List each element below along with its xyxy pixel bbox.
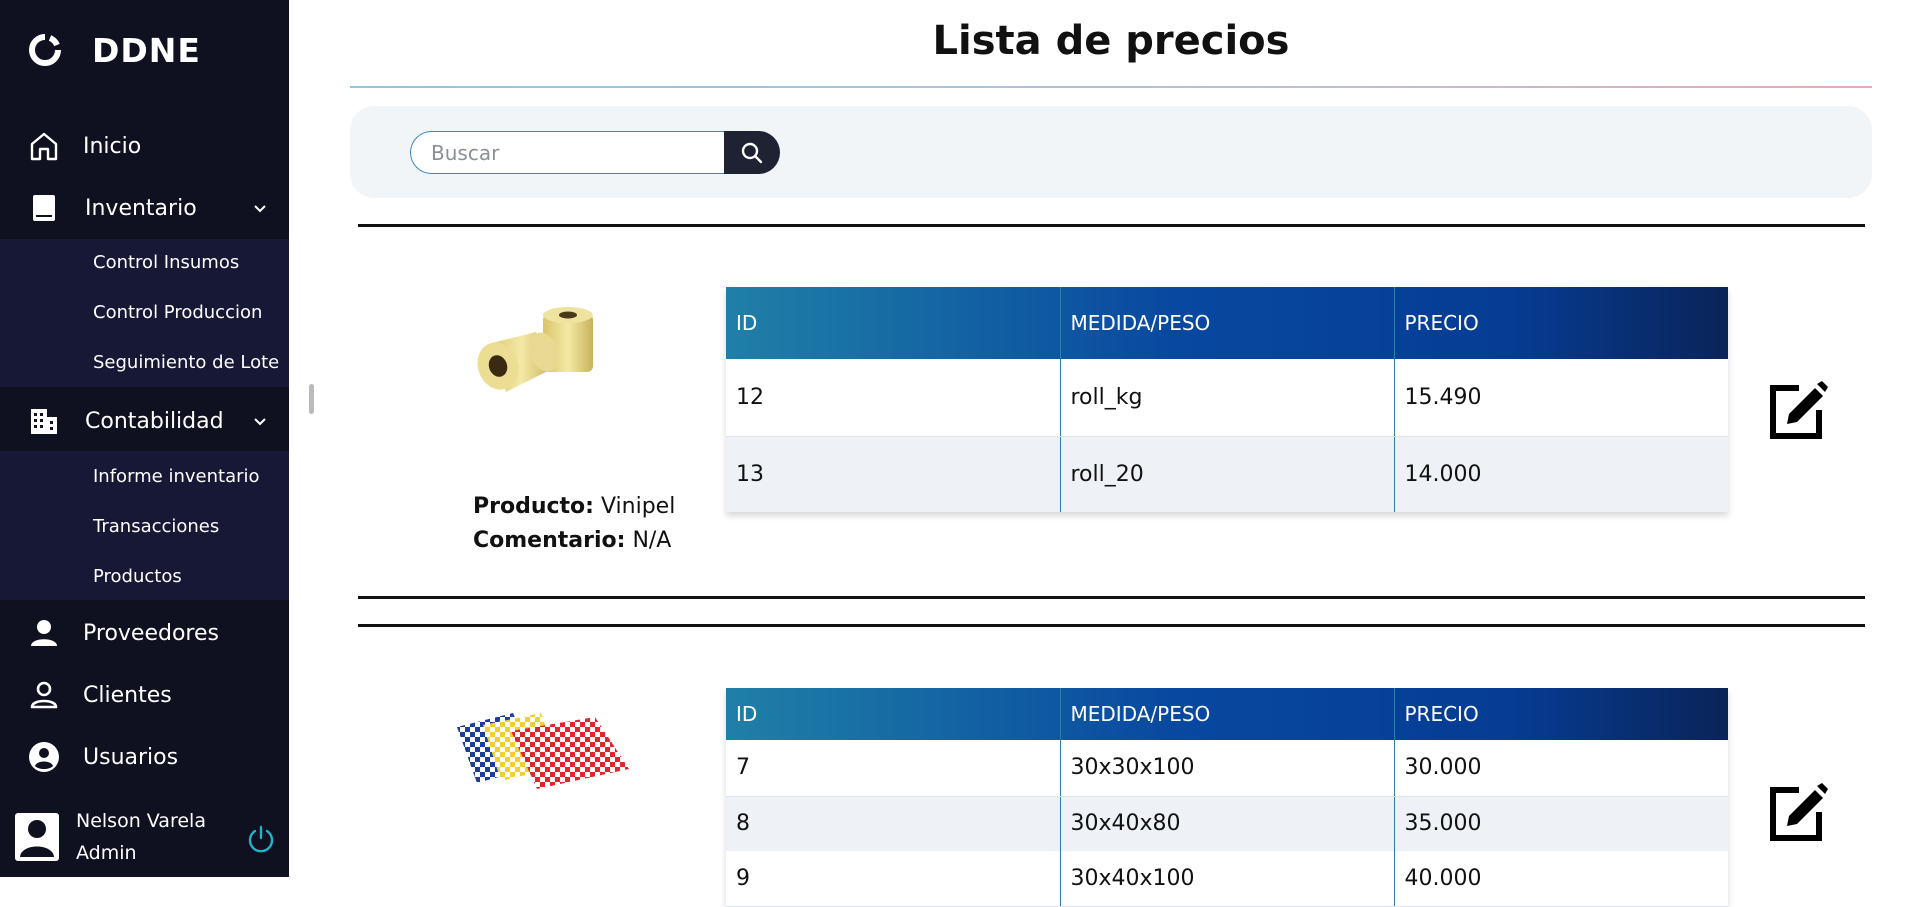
edit-icon[interactable] bbox=[1765, 780, 1829, 844]
sub-productos[interactable]: Productos bbox=[93, 566, 182, 587]
user-role: Admin bbox=[76, 842, 137, 864]
product-separator bbox=[358, 224, 1865, 227]
book-icon bbox=[27, 191, 61, 225]
nav-inventario-label: Inventario bbox=[85, 195, 197, 221]
nav-proveedores[interactable]: Proveedores bbox=[0, 603, 289, 663]
comentario-value: N/A bbox=[632, 528, 672, 553]
sub-seguimiento-lote[interactable]: Seguimiento de Lote bbox=[93, 352, 279, 373]
nav-proveedores-label: Proveedores bbox=[83, 620, 219, 646]
search-panel bbox=[350, 106, 1872, 198]
nav-contabilidad[interactable]: Contabilidad bbox=[0, 391, 289, 451]
title-divider bbox=[350, 86, 1872, 88]
product-separator bbox=[358, 596, 1865, 599]
table-header-row: ID MEDIDA/PESO PRECIO bbox=[726, 688, 1728, 740]
brand-name: DDNE bbox=[92, 30, 201, 70]
contabilidad-submenu: Informe inventario Transacciones Product… bbox=[0, 451, 289, 600]
producto-value: Vinipel bbox=[600, 494, 676, 519]
cell-medida: roll_20 bbox=[1059, 436, 1394, 512]
sidebar: DDNE Inicio Inventario Control Insumos C… bbox=[0, 0, 289, 877]
brand[interactable]: DDNE bbox=[28, 30, 201, 70]
person-outline-icon bbox=[27, 678, 61, 712]
table-header-row: ID MEDIDA/PESO PRECIO bbox=[726, 287, 1728, 359]
user-avatar-icon[interactable] bbox=[15, 813, 59, 861]
product-info: Producto: Vinipel Comentario: N/A bbox=[473, 490, 675, 558]
producto-label: Producto: bbox=[473, 494, 594, 519]
table-row[interactable]: 8 30x40x80 35.000 bbox=[726, 796, 1728, 851]
cell-id: 13 bbox=[726, 436, 1060, 512]
search-button[interactable] bbox=[724, 131, 780, 174]
col-id-header: ID bbox=[736, 702, 758, 726]
sub-transacciones[interactable]: Transacciones bbox=[93, 516, 219, 537]
product-image-papel bbox=[457, 713, 629, 789]
home-icon bbox=[27, 129, 61, 163]
cell-id: 8 bbox=[726, 796, 1060, 851]
sub-control-produccion[interactable]: Control Produccion bbox=[93, 302, 262, 323]
table-row[interactable]: 13 roll_20 14.000 bbox=[726, 436, 1728, 512]
nav-usuarios[interactable]: Usuarios bbox=[0, 727, 289, 787]
nav-inicio-label: Inicio bbox=[83, 133, 142, 159]
user-name: Nelson Varela bbox=[76, 810, 206, 832]
person-icon bbox=[27, 616, 61, 650]
user-box: Nelson Varela Admin bbox=[0, 800, 289, 877]
chevron-down-icon bbox=[254, 418, 266, 426]
nav-clientes-label: Clientes bbox=[83, 682, 172, 708]
search-icon bbox=[741, 142, 763, 163]
nav-clientes[interactable]: Clientes bbox=[0, 665, 289, 725]
product-separator bbox=[358, 624, 1865, 627]
col-medida-header: MEDIDA/PESO bbox=[1059, 688, 1394, 740]
cell-precio: 40.000 bbox=[1393, 851, 1728, 907]
account-circle-icon bbox=[27, 740, 61, 774]
cell-medida: 30x30x100 bbox=[1059, 740, 1394, 797]
nav-inicio[interactable]: Inicio bbox=[0, 116, 289, 176]
nav-usuarios-label: Usuarios bbox=[83, 744, 179, 770]
cell-medida: 30x40x80 bbox=[1059, 796, 1394, 851]
cell-precio: 14.000 bbox=[1393, 436, 1728, 512]
cell-medida: 30x40x100 bbox=[1059, 851, 1394, 907]
cell-id: 9 bbox=[726, 851, 1060, 907]
product-image-vinipel bbox=[477, 307, 593, 392]
price-table: ID MEDIDA/PESO PRECIO 12 roll_kg 15.490 … bbox=[726, 287, 1728, 512]
cell-id: 7 bbox=[726, 740, 1060, 797]
cell-medida: roll_kg bbox=[1059, 359, 1394, 437]
sidebar-resize-handle[interactable] bbox=[309, 384, 314, 414]
col-id-header: ID bbox=[736, 311, 758, 335]
edit-icon[interactable] bbox=[1765, 378, 1829, 442]
nav-inventario[interactable]: Inventario bbox=[0, 178, 289, 238]
power-icon[interactable] bbox=[246, 824, 276, 854]
cell-id: 12 bbox=[726, 359, 1060, 437]
cell-precio: 35.000 bbox=[1393, 796, 1728, 851]
inventario-submenu: Control Insumos Control Produccion Segui… bbox=[0, 239, 289, 387]
search-input[interactable] bbox=[410, 131, 726, 174]
chevron-down-icon bbox=[254, 205, 266, 213]
page-title: Lista de precios bbox=[932, 18, 1290, 64]
sub-control-insumos[interactable]: Control Insumos bbox=[93, 252, 239, 273]
cell-precio: 30.000 bbox=[1393, 740, 1728, 797]
building-icon bbox=[27, 404, 61, 438]
sub-informe-inventario[interactable]: Informe inventario bbox=[93, 466, 260, 487]
cell-precio: 15.490 bbox=[1393, 359, 1728, 437]
nav-contabilidad-label: Contabilidad bbox=[85, 408, 224, 434]
comentario-label: Comentario: bbox=[473, 528, 626, 553]
col-precio-header: PRECIO bbox=[1393, 688, 1728, 740]
col-precio-header: PRECIO bbox=[1393, 287, 1728, 359]
logo-ring-icon bbox=[29, 34, 61, 66]
table-row[interactable]: 12 roll_kg 15.490 bbox=[726, 359, 1728, 437]
col-medida-header: MEDIDA/PESO bbox=[1059, 287, 1394, 359]
table-row[interactable]: 9 30x40x100 40.000 bbox=[726, 851, 1728, 907]
price-table: ID MEDIDA/PESO PRECIO 7 30x30x100 30.000… bbox=[726, 688, 1728, 907]
table-row[interactable]: 7 30x30x100 30.000 bbox=[726, 740, 1728, 797]
